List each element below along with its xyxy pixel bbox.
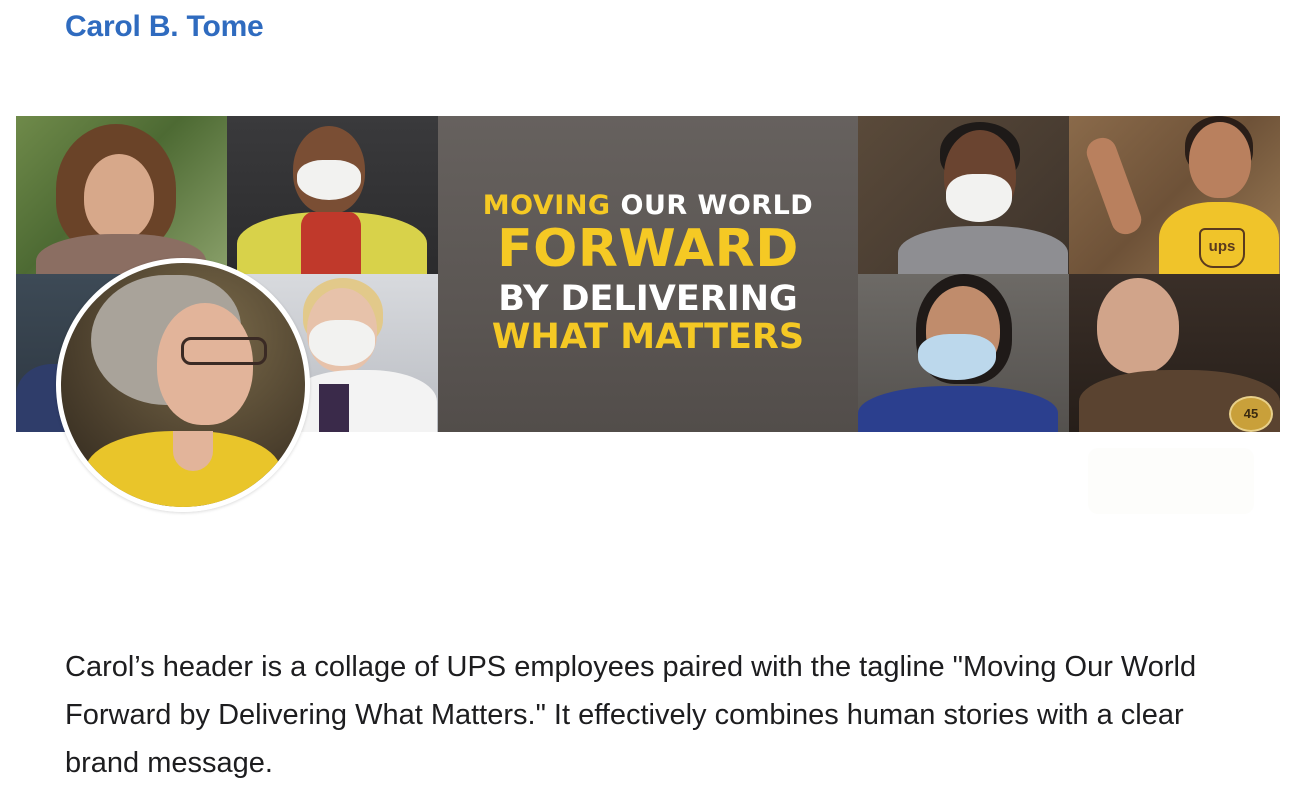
- photo-employee-5: [858, 116, 1069, 274]
- photo-employee-2: [227, 116, 438, 274]
- profile-avatar[interactable]: [56, 258, 310, 512]
- profile-name-link[interactable]: Carol B. Tome: [65, 10, 264, 44]
- photo-employee-7: [858, 274, 1069, 432]
- glasses-icon: [181, 337, 267, 365]
- tagline-line-3: BY DELIVERING: [498, 278, 798, 319]
- right-photo-collage: ups 45: [858, 116, 1280, 432]
- photo-employee-1: [16, 116, 227, 274]
- photo-employee-8: 45: [1069, 274, 1280, 432]
- tagline-line-2: FORWARD: [497, 219, 799, 280]
- tagline-panel: MOVING OUR WORLD FORWARD BY DELIVERING W…: [438, 116, 858, 432]
- banner-description: Carol’s header is a collage of UPS emplo…: [65, 651, 1197, 779]
- tagline-line-1: MOVING OUR WORLD: [482, 189, 814, 221]
- tagline-line-4: WHAT MATTERS: [491, 317, 805, 358]
- photo-employee-6: ups: [1069, 116, 1280, 274]
- service-pin-badge: 45: [1229, 396, 1273, 432]
- ups-logo-icon: ups: [1199, 228, 1245, 268]
- profile-action-button[interactable]: [1088, 448, 1254, 514]
